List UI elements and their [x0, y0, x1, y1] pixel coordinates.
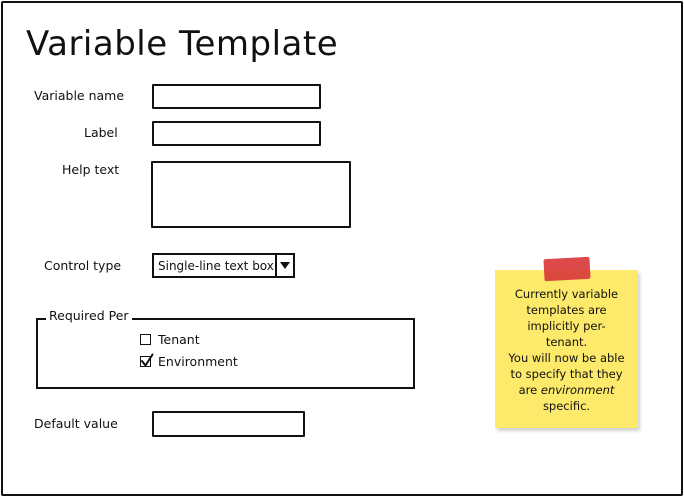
note-line: You will now be able	[508, 351, 625, 365]
note-line: Currently variable	[514, 287, 619, 301]
default-value-input[interactable]	[152, 411, 305, 437]
note-emphasis: environment	[540, 383, 615, 397]
environment-checkbox[interactable]	[140, 353, 154, 367]
checkmark-icon	[141, 353, 154, 367]
note-line: specific.	[542, 399, 591, 413]
help-text-area[interactable]	[151, 161, 351, 228]
note-line: tenant.	[545, 335, 588, 349]
variable-name-label: Variable name	[34, 88, 125, 103]
tenant-checkbox[interactable]	[140, 334, 151, 345]
note-line: templates are	[526, 303, 607, 317]
required-per-legend: Required Per	[46, 308, 132, 323]
sticky-note-text: Currently variable templates are implici…	[503, 286, 630, 414]
variable-name-input[interactable]	[152, 84, 321, 109]
page-title: Variable Template	[26, 24, 339, 64]
tape-decoration	[543, 256, 591, 282]
control-type-label: Control type	[44, 258, 122, 273]
note-line: to specify that they	[510, 367, 623, 381]
default-value-label: Default value	[34, 416, 118, 431]
note-line-prefix: are	[518, 383, 541, 397]
note-line: are environment	[503, 382, 630, 398]
control-type-select[interactable]: Single-line text box	[152, 253, 295, 278]
label-input[interactable]	[152, 121, 321, 146]
help-text-label: Help text	[62, 162, 120, 177]
chevron-down-icon[interactable]	[275, 255, 293, 276]
label-label: Label	[84, 125, 118, 140]
note-line: implicitly per-	[527, 319, 606, 333]
control-type-value: Single-line text box	[158, 258, 274, 273]
environment-option[interactable]: Environment	[140, 353, 238, 369]
environment-label: Environment	[158, 354, 238, 369]
tenant-option[interactable]: Tenant	[140, 332, 200, 347]
tenant-label: Tenant	[158, 332, 200, 347]
